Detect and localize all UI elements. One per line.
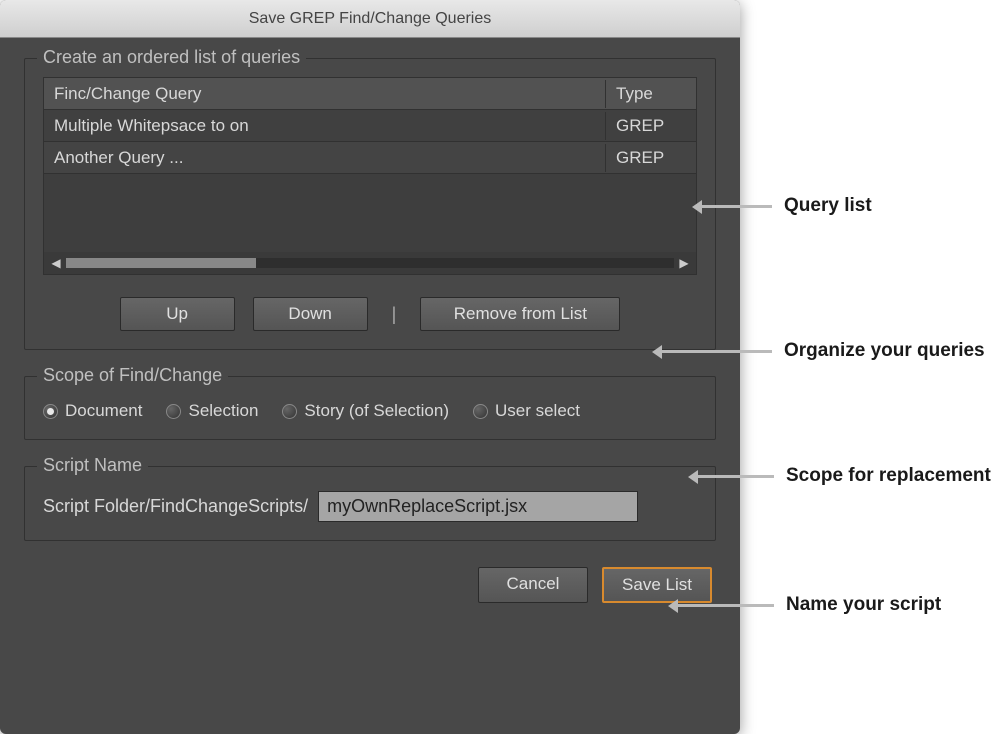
- list-organize-buttons: Up Down | Remove from List: [43, 297, 697, 331]
- arrow-icon: [676, 604, 774, 607]
- annotation-label: Scope for replacement: [774, 465, 991, 487]
- queries-legend: Create an ordered list of queries: [37, 47, 306, 68]
- script-row: Script Folder/FindChangeScripts/: [43, 485, 697, 522]
- annotation-name-script: Name your script: [676, 594, 941, 616]
- annotation-organize: Organize your queries: [660, 340, 985, 362]
- query-table-empty-area: [44, 174, 696, 252]
- annotation-scope: Scope for replacement: [696, 465, 991, 487]
- arrow-icon: [696, 475, 774, 478]
- scroll-track[interactable]: [66, 258, 674, 268]
- scope-radio-selection[interactable]: Selection: [166, 401, 258, 421]
- dialog-title: Save GREP Find/Change Queries: [249, 10, 492, 28]
- up-button[interactable]: Up: [120, 297, 235, 331]
- radio-label: Document: [65, 401, 142, 421]
- dialog-body: Create an ordered list of queries Finc/C…: [0, 38, 740, 627]
- horizontal-scrollbar[interactable]: ◀ ▶: [44, 252, 696, 274]
- script-filename-input[interactable]: [318, 491, 638, 522]
- annotation-label: Query list: [772, 195, 872, 217]
- annotation-label: Name your script: [774, 594, 941, 616]
- scope-legend: Scope of Find/Change: [37, 365, 228, 386]
- radio-label: Selection: [188, 401, 258, 421]
- script-legend: Script Name: [37, 455, 148, 476]
- query-table-header: Finc/Change Query Type: [44, 78, 696, 110]
- cell-query: Multiple Whitepsace to on: [44, 112, 606, 140]
- scope-fieldset: Scope of Find/Change Document Selection …: [24, 376, 716, 440]
- cell-type: GREP: [606, 112, 696, 140]
- scope-radio-document[interactable]: Document: [43, 401, 142, 421]
- radio-dot-icon: [47, 408, 54, 415]
- table-row[interactable]: Another Query ... GREP: [44, 142, 696, 174]
- radio-icon: [43, 404, 58, 419]
- arrow-icon: [700, 205, 772, 208]
- scope-radio-user-select[interactable]: User select: [473, 401, 580, 421]
- col-header-query: Finc/Change Query: [44, 80, 606, 108]
- scroll-thumb[interactable]: [66, 258, 256, 268]
- query-table: Finc/Change Query Type Multiple Whitepsa…: [43, 77, 697, 275]
- script-name-fieldset: Script Name Script Folder/FindChangeScri…: [24, 466, 716, 541]
- scope-radio-group: Document Selection Story (of Selection) …: [43, 395, 697, 421]
- radio-label: Story (of Selection): [304, 401, 449, 421]
- remove-from-list-button[interactable]: Remove from List: [420, 297, 620, 331]
- cell-query: Another Query ...: [44, 144, 606, 172]
- arrow-icon: [660, 350, 772, 353]
- scroll-left-icon[interactable]: ◀: [50, 256, 62, 270]
- save-grep-dialog: Save GREP Find/Change Queries Create an …: [0, 0, 740, 734]
- scroll-right-icon[interactable]: ▶: [678, 256, 690, 270]
- cell-type: GREP: [606, 144, 696, 172]
- table-row[interactable]: Multiple Whitepsace to on GREP: [44, 110, 696, 142]
- radio-icon: [166, 404, 181, 419]
- separator-pipe: |: [386, 304, 403, 325]
- queries-fieldset: Create an ordered list of queries Finc/C…: [24, 58, 716, 350]
- cancel-button[interactable]: Cancel: [478, 567, 588, 603]
- radio-icon: [473, 404, 488, 419]
- annotation-query-list: Query list: [700, 195, 872, 217]
- radio-label: User select: [495, 401, 580, 421]
- annotation-label: Organize your queries: [772, 340, 985, 362]
- radio-icon: [282, 404, 297, 419]
- dialog-titlebar: Save GREP Find/Change Queries: [0, 0, 740, 38]
- col-header-type: Type: [606, 80, 696, 108]
- dialog-action-buttons: Cancel Save List: [24, 567, 716, 603]
- script-path-label: Script Folder/FindChangeScripts/: [43, 496, 308, 517]
- scope-radio-story[interactable]: Story (of Selection): [282, 401, 449, 421]
- down-button[interactable]: Down: [253, 297, 368, 331]
